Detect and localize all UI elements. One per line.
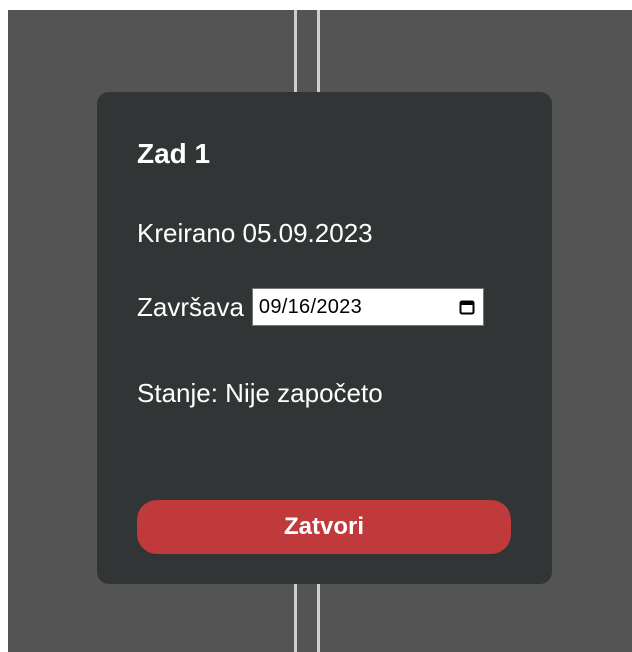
page-backdrop: Zad 1 Kreirano 05.09.2023 Završava 09/16… — [8, 10, 632, 652]
task-title: Zad 1 — [137, 138, 211, 169]
end-date-row: Završava 09/16/2023 — [137, 288, 484, 326]
status-text: Stanje: Nije započeto — [137, 378, 383, 408]
end-date-input[interactable]: 09/16/2023 — [251, 288, 484, 326]
created-date-text: Kreirano 05.09.2023 — [137, 218, 373, 248]
calendar-icon[interactable] — [459, 299, 475, 315]
end-date-value[interactable]: 09/16/2023 — [259, 296, 362, 319]
task-dialog: Zad 1 Kreirano 05.09.2023 Završava 09/16… — [97, 92, 552, 584]
end-date-label: Završava — [137, 291, 244, 322]
close-button[interactable]: Zatvori — [137, 500, 511, 554]
